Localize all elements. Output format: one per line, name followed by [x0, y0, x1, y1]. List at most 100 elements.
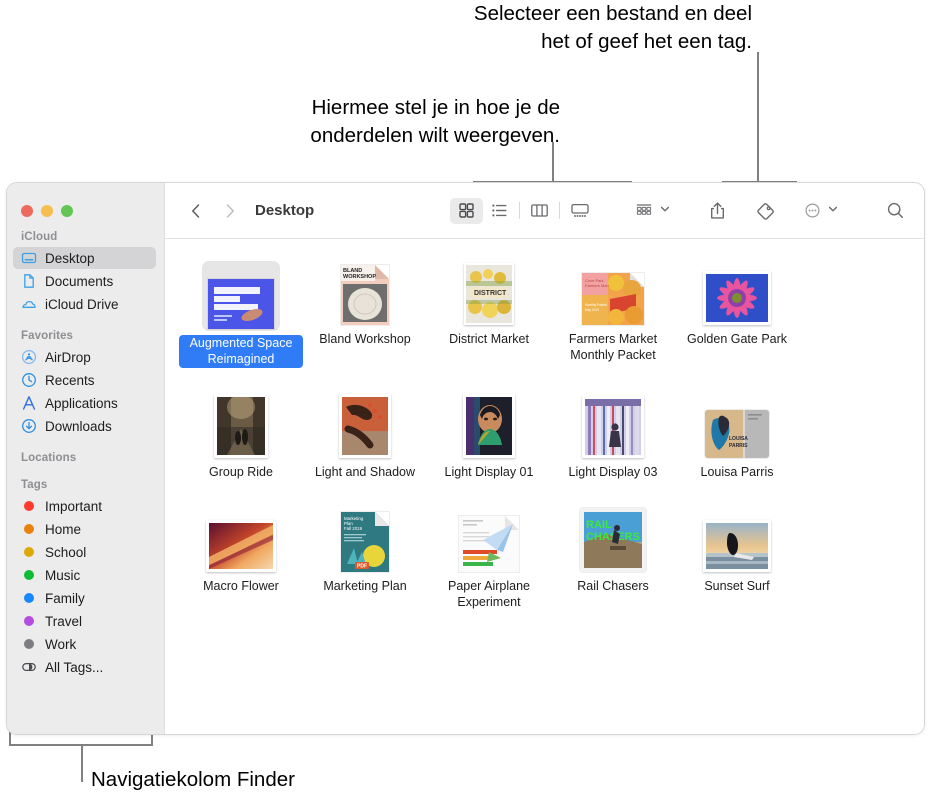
- file-item[interactable]: Light Display 03: [551, 390, 675, 482]
- tag-dot-icon: [21, 498, 37, 514]
- chevron-down-icon[interactable]: [659, 202, 671, 220]
- search-button[interactable]: [881, 198, 910, 224]
- gallery-view-button[interactable]: [563, 198, 596, 224]
- file-item[interactable]: Macro Flower: [179, 504, 303, 611]
- forward-button[interactable]: [217, 198, 243, 224]
- svg-text:PARRIS: PARRIS: [729, 443, 748, 449]
- file-item[interactable]: Group Ride: [179, 390, 303, 482]
- sidebar-item-documents[interactable]: Documents: [13, 270, 156, 292]
- file-item[interactable]: Paper Airplane Experiment: [427, 504, 551, 611]
- file-thumbnail: LOUISA PARRIS: [705, 394, 769, 459]
- sidebar-all-tags[interactable]: All Tags...: [13, 656, 156, 678]
- file-item[interactable]: Marketing Plan Fall 2019 PDF Marketing P…: [303, 504, 427, 611]
- clock-icon: [21, 372, 37, 388]
- svg-text:May 2019: May 2019: [585, 308, 599, 312]
- more-actions-button[interactable]: [799, 198, 826, 224]
- file-item[interactable]: Golden Gate Park: [675, 257, 799, 368]
- sidebar-item-label: Travel: [45, 613, 83, 629]
- svg-text:RAIL: RAIL: [586, 519, 612, 531]
- sidebar-item-label: AirDrop: [45, 349, 91, 365]
- file-thumbnail: Marketing Plan Fall 2019 PDF: [341, 508, 389, 572]
- sidebar-item-label: Home: [45, 521, 82, 537]
- download-icon: [21, 418, 37, 434]
- callout-sidebar-text: Navigatiekolom Finder: [91, 768, 295, 791]
- tag-dot-icon: [21, 567, 37, 583]
- sidebar-item-airdrop[interactable]: AirDrop: [13, 346, 156, 368]
- file-thumbnail: DISTRICT: [464, 261, 514, 325]
- file-item[interactable]: Augmented Space Reimagined: [179, 257, 303, 369]
- callout-sidebar-bracket-left: [9, 732, 11, 746]
- sidebar-heading-locations: Locations: [21, 452, 77, 464]
- file-thumbnail: Cove Park Farmers Market Monthly Packet …: [582, 261, 644, 325]
- sidebar-item-applications[interactable]: Applications: [13, 392, 156, 414]
- airdrop-icon: [21, 349, 37, 365]
- sidebar-item-icloud-drive[interactable]: iCloud Drive: [13, 293, 156, 315]
- more-actions-control[interactable]: [799, 198, 839, 224]
- sidebar-tag-family[interactable]: Family: [13, 587, 156, 609]
- callout-share-text: Selecteer een bestand en deel het of gee…: [473, 2, 752, 53]
- file-label: Augmented Space Reimagined: [179, 335, 303, 369]
- tag-dot-icon: [21, 521, 37, 537]
- sidebar-item-label: Important: [45, 498, 103, 514]
- file-label: Light Display 03: [568, 465, 658, 480]
- file-item[interactable]: LOUISA PARRIS Louisa Parris: [675, 390, 799, 482]
- callout-view-text: Hiermee stel je in hoe je de onderdelen …: [310, 96, 560, 147]
- file-label: Rail Chasers: [577, 578, 649, 593]
- file-thumbnail: [214, 394, 268, 459]
- sidebar-item-label: Desktop: [45, 250, 95, 266]
- desktop-icon: [21, 250, 37, 266]
- sidebar-item-label: Family: [45, 590, 85, 606]
- view-mode-segmented-control[interactable]: [450, 197, 596, 224]
- back-button[interactable]: [183, 198, 209, 224]
- file-thumbnail: [703, 508, 771, 572]
- tag-dot-icon: [21, 544, 37, 560]
- file-item[interactable]: BLAND WORKSHOP Bland Workshop: [303, 257, 427, 368]
- column-view-button[interactable]: [523, 198, 556, 224]
- file-label: Farmers Market Monthly Packet: [568, 332, 658, 362]
- file-item[interactable]: Light and Shadow: [303, 390, 427, 482]
- sidebar-tag-home[interactable]: Home: [13, 518, 156, 540]
- sidebar-heading-tags: Tags: [21, 479, 48, 491]
- file-label: Light Display 01: [444, 465, 534, 480]
- tag-dot-icon: [21, 613, 37, 629]
- group-by-button[interactable]: [630, 198, 658, 224]
- file-thumbnail: [703, 261, 771, 325]
- toolbar-divider: [559, 202, 560, 219]
- file-item[interactable]: RAIL CHASERS Rail Chasers: [551, 504, 675, 611]
- svg-text:DISTRICT: DISTRICT: [474, 290, 507, 297]
- minimize-button[interactable]: [41, 205, 53, 217]
- tag-dot-icon: [21, 590, 37, 606]
- sidebar-item-downloads[interactable]: Downloads: [13, 415, 156, 437]
- sidebar-tag-music[interactable]: Music: [13, 564, 156, 586]
- sidebar-item-recents[interactable]: Recents: [13, 369, 156, 391]
- file-item[interactable]: DISTRICT District Market: [427, 257, 551, 368]
- sidebar-tag-work[interactable]: Work: [13, 633, 156, 655]
- file-item[interactable]: Sunset Surf: [675, 504, 799, 611]
- zoom-button[interactable]: [61, 205, 73, 217]
- svg-text:Monthly Packet: Monthly Packet: [585, 303, 607, 307]
- file-label: Light and Shadow: [314, 465, 416, 480]
- cloud-icon: [21, 296, 37, 312]
- file-thumbnail: [463, 394, 515, 459]
- file-item[interactable]: Light Display 01: [427, 390, 551, 482]
- close-button[interactable]: [21, 205, 33, 217]
- toolbar-divider: [519, 202, 520, 219]
- finder-window: iCloud Desktop Documents iCloud Drive Fa…: [6, 182, 925, 735]
- list-view-button[interactable]: [483, 198, 516, 224]
- group-by-control[interactable]: [630, 198, 671, 224]
- sidebar-heading-icloud: iCloud: [21, 231, 58, 243]
- file-item[interactable]: Cove Park Farmers Market Monthly Packet …: [551, 257, 675, 368]
- tag-button[interactable]: [750, 198, 781, 224]
- sidebar-item-label: Music: [45, 567, 81, 583]
- sidebar-item-desktop[interactable]: Desktop: [13, 247, 156, 269]
- sidebar-tag-school[interactable]: School: [13, 541, 156, 563]
- chevron-down-icon[interactable]: [827, 202, 839, 220]
- sidebar-tag-travel[interactable]: Travel: [13, 610, 156, 632]
- share-button[interactable]: [703, 198, 732, 224]
- finder-sidebar: iCloud Desktop Documents iCloud Drive Fa…: [7, 183, 165, 734]
- sidebar-tag-important[interactable]: Important: [13, 495, 156, 517]
- file-label: Marketing Plan: [323, 578, 407, 593]
- icon-view-button[interactable]: [450, 197, 483, 224]
- sidebar-item-label: Applications: [45, 395, 118, 411]
- file-label: Louisa Parris: [700, 465, 774, 480]
